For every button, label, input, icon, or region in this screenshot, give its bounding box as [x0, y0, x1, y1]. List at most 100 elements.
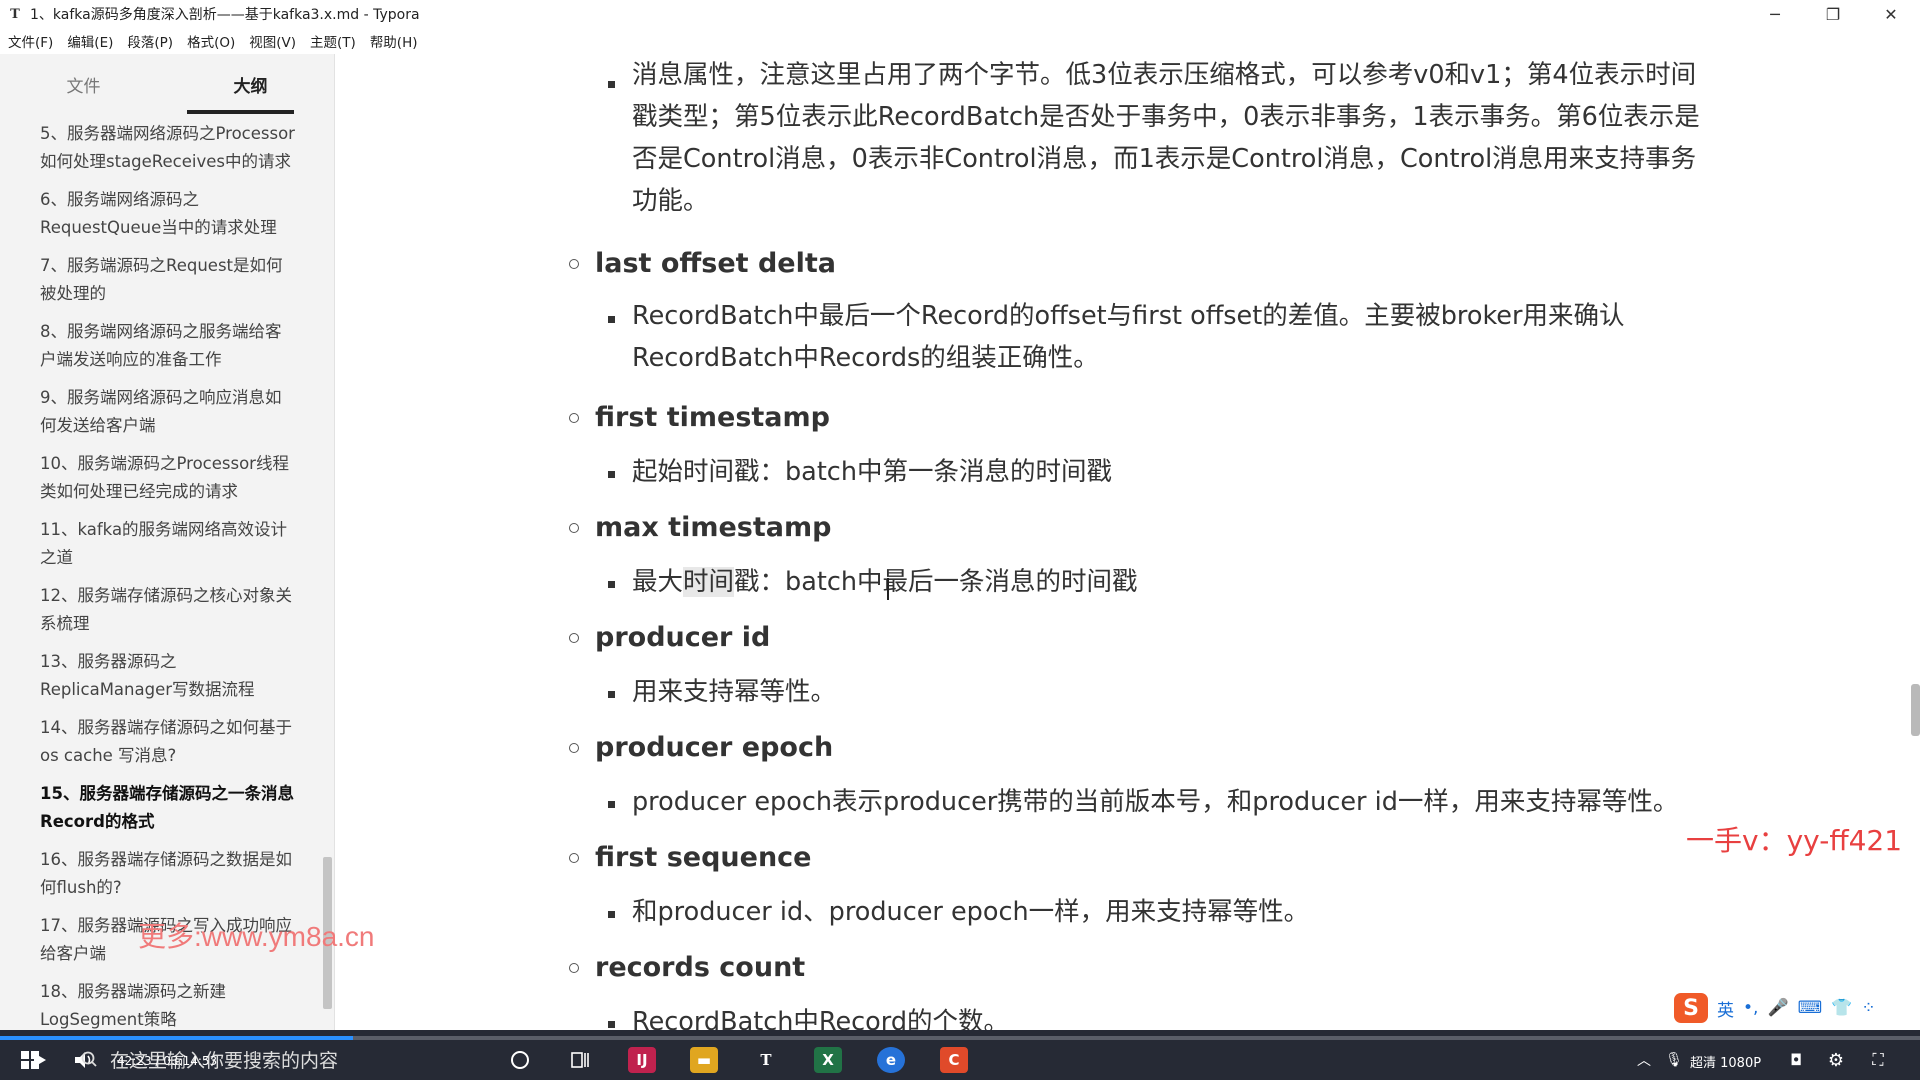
- bullet-square: [608, 316, 615, 323]
- paragraph-line: 功能。: [632, 186, 709, 216]
- screenshot-icon[interactable]: ◘: [1784, 1048, 1808, 1072]
- editor-scrollbar[interactable]: [1911, 684, 1920, 736]
- paragraph-line: 戳类型；第5位表示此RecordBatch是否处于事务中，0表示非事务，1表示事…: [632, 102, 1700, 132]
- paragraph-line: RecordBatch中Record的个数。: [632, 1007, 1010, 1030]
- tab-files[interactable]: 文件: [0, 54, 167, 120]
- playback-time: 42:23 / 03:14:53: [117, 1054, 218, 1068]
- editor-content[interactable]: 消息属性，注意这里占用了两个字节。低3位表示压缩格式，可以参考v0和v1；第4位…: [336, 54, 1920, 1030]
- bullet-square: [608, 581, 615, 588]
- outline-item[interactable]: 18、服务器端源码之新建LogSegment策略: [40, 978, 296, 1030]
- outline-item[interactable]: 7、服务端源码之Request是如何被处理的: [40, 252, 296, 308]
- text-cursor-icon: [887, 578, 889, 600]
- menu-theme[interactable]: 主题(T): [310, 31, 356, 51]
- paragraph-line: producer epoch表示producer携带的当前版本号，和produc…: [632, 787, 1679, 817]
- bullet-square: [608, 911, 615, 918]
- search-icon[interactable]: [78, 1048, 100, 1070]
- outline-item[interactable]: 8、服务端网络源码之服务端给客户端发送响应的准备工作: [40, 318, 296, 374]
- bullet-circle: [569, 963, 579, 973]
- sogou-ime-icon[interactable]: S: [1674, 993, 1708, 1023]
- bullet-circle: [569, 523, 579, 533]
- outline-item[interactable]: 6、服务端网络源码之RequestQueue当中的请求处理: [40, 186, 296, 242]
- bullet-square: [608, 1021, 615, 1028]
- play-icon[interactable]: [30, 1050, 50, 1070]
- tab-outline[interactable]: 大纲: [167, 54, 334, 120]
- bullet-circle: [569, 259, 579, 269]
- folder-icon[interactable]: ▬: [690, 1047, 718, 1073]
- paragraph-line: 消息属性，注意这里占用了两个字节。低3位表示压缩格式，可以参考v0和v1；第4位…: [632, 60, 1697, 90]
- outline-item[interactable]: 14、服务器端存储源码之如何基于os cache 写消息?: [40, 714, 296, 770]
- menu-help[interactable]: 帮助(H): [370, 31, 418, 51]
- progress-fill: [0, 1036, 354, 1040]
- paragraph-line: 和producer id、producer epoch一样，用来支持幂等性。: [632, 897, 1310, 927]
- outline-item[interactable]: 16、服务器端存储源码之数据是如何flush的?: [40, 846, 296, 902]
- app-red-icon[interactable]: C: [940, 1047, 968, 1073]
- ime-skin-icon[interactable]: 👕: [1831, 998, 1852, 1018]
- paragraph-line: RecordBatch中Records的组装正确性。: [632, 343, 1099, 373]
- menu-format[interactable]: 格式(O): [187, 31, 235, 51]
- edge-icon[interactable]: e: [877, 1047, 905, 1073]
- paragraph-line: 最大时间戳：batch中最后一条消息的时间戳: [632, 561, 1138, 603]
- field-heading: max timestamp: [595, 512, 832, 543]
- menu-paragraph[interactable]: 段落(P): [127, 31, 173, 51]
- outline-item[interactable]: 9、服务端网络源码之响应消息如何发送给客户端: [40, 384, 296, 440]
- field-heading: producer epoch: [595, 732, 834, 763]
- outline-item[interactable]: 5、服务器端网络源码之Processor如何处理stageReceives中的请…: [40, 120, 296, 176]
- bullet-square: [608, 471, 615, 478]
- sidebar: 文件 大纲 5、服务器端网络源码之Processor如何处理stageRecei…: [0, 54, 335, 1030]
- menu-file[interactable]: 文件(F): [8, 31, 53, 51]
- menu-edit[interactable]: 编辑(E): [67, 31, 113, 51]
- field-heading: records count: [595, 952, 806, 983]
- text-segment: 最大: [632, 567, 684, 597]
- bullet-square: [608, 801, 615, 808]
- bullet-circle: [569, 413, 579, 423]
- cortana-icon[interactable]: [508, 1048, 532, 1072]
- close-button[interactable]: ✕: [1862, 0, 1920, 28]
- field-heading: first timestamp: [595, 402, 830, 433]
- ime-punct-icon[interactable]: •,: [1743, 998, 1758, 1018]
- ime-toolbox-icon[interactable]: ⁘: [1861, 998, 1875, 1018]
- title-bar: T 1、kafka源码多角度深入剖析——基于kafka3.x.md - Typo…: [0, 0, 1920, 28]
- typora-icon[interactable]: T: [752, 1047, 780, 1073]
- bullet-circle: [569, 633, 579, 643]
- menu-bar: 文件(F) 编辑(E) 段落(P) 格式(O) 视图(V) 主题(T) 帮助(H…: [0, 28, 1920, 54]
- outline-item[interactable]: 10、服务端源码之Processor线程类如何处理已经完成的请求: [40, 450, 296, 506]
- settings-icon[interactable]: ⚙: [1824, 1048, 1848, 1072]
- ime-toolbar: S 英 •, 🎤 ⌨ 👕 ⁘: [1668, 992, 1882, 1024]
- paragraph-line: 用来支持幂等性。: [632, 677, 837, 707]
- bullet-circle: [569, 853, 579, 863]
- quality-label[interactable]: 超清 1080P: [1690, 1052, 1761, 1071]
- paragraph-line: 否是Control消息，0表示非Control消息，而1表示是Control消息…: [632, 144, 1697, 174]
- mic-icon[interactable]: 🎙: [1664, 1050, 1684, 1070]
- bullet-square: [608, 81, 615, 88]
- field-heading: last offset delta: [595, 248, 836, 279]
- outline-item-active[interactable]: 15、服务器端存储源码之一条消息Record的格式: [40, 780, 296, 836]
- watermark-site: 更多:www.ym8a.cn: [138, 921, 375, 952]
- ime-lang-toggle[interactable]: 英: [1717, 996, 1734, 1021]
- outline-item[interactable]: 13、服务器源码之ReplicaManager写数据流程: [40, 648, 296, 704]
- outline-item[interactable]: 11、kafka的服务端网络高效设计之道: [40, 516, 296, 572]
- text-segment: 戳：batch中最后一条消息的时间戳: [734, 567, 1138, 597]
- maximize-button[interactable]: ❐: [1804, 0, 1862, 28]
- typora-app-icon: T: [10, 6, 20, 22]
- sidebar-tabs: 文件 大纲: [0, 54, 334, 120]
- field-heading: first sequence: [595, 842, 812, 873]
- watermark-contact: 一手v：yy-ff421: [1686, 824, 1903, 857]
- paragraph-line: 起始时间戳：batch中第一条消息的时间戳: [632, 457, 1112, 487]
- ime-keyboard-icon[interactable]: ⌨: [1798, 998, 1823, 1018]
- minimize-button[interactable]: ─: [1746, 0, 1804, 28]
- field-heading: producer id: [595, 622, 771, 653]
- ime-mic-icon[interactable]: 🎤: [1767, 998, 1788, 1018]
- excel-icon[interactable]: X: [814, 1047, 842, 1073]
- window-title: 1、kafka源码多角度深入剖析——基于kafka3.x.md - Typora: [30, 7, 420, 23]
- chevron-up-icon[interactable]: ︿: [1634, 1050, 1654, 1070]
- video-player-bar: 在这里输入你要搜索的内容 42:23 / 03:14:53 IJ ▬ T X e…: [0, 1030, 1920, 1080]
- intellij-icon[interactable]: IJ: [628, 1047, 656, 1073]
- task-view-icon[interactable]: [568, 1048, 592, 1072]
- outline-item[interactable]: 12、服务端存储源码之核心对象关系梳理: [40, 582, 296, 638]
- window-controls: ─ ❐ ✕: [1746, 0, 1920, 28]
- fullscreen-icon[interactable]: ⛶: [1866, 1048, 1890, 1072]
- text-selection: 时间: [683, 567, 735, 597]
- bullet-circle: [569, 743, 579, 753]
- menu-view[interactable]: 视图(V): [249, 31, 296, 51]
- bullet-square: [608, 691, 615, 698]
